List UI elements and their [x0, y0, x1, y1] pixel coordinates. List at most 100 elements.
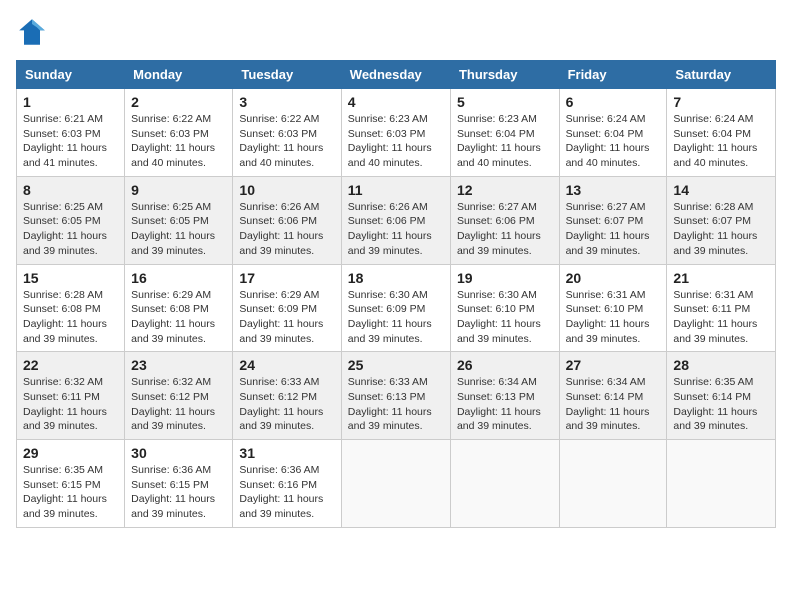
table-row: 27 Sunrise: 6:34 AMSunset: 6:14 PMDaylig…: [559, 352, 667, 440]
day-info: Sunrise: 6:21 AMSunset: 6:03 PMDaylight:…: [23, 112, 118, 171]
day-info: Sunrise: 6:26 AMSunset: 6:06 PMDaylight:…: [239, 200, 334, 259]
day-info: Sunrise: 6:22 AMSunset: 6:03 PMDaylight:…: [131, 112, 226, 171]
day-number: 24: [239, 357, 334, 373]
day-info: Sunrise: 6:25 AMSunset: 6:05 PMDaylight:…: [23, 200, 118, 259]
day-info: Sunrise: 6:30 AMSunset: 6:09 PMDaylight:…: [348, 288, 444, 347]
table-row: 30 Sunrise: 6:36 AMSunset: 6:15 PMDaylig…: [125, 440, 233, 528]
table-row: [450, 440, 559, 528]
day-info: Sunrise: 6:29 AMSunset: 6:08 PMDaylight:…: [131, 288, 226, 347]
table-row: 12 Sunrise: 6:27 AMSunset: 6:06 PMDaylig…: [450, 176, 559, 264]
table-row: 9 Sunrise: 6:25 AMSunset: 6:05 PMDayligh…: [125, 176, 233, 264]
day-info: Sunrise: 6:29 AMSunset: 6:09 PMDaylight:…: [239, 288, 334, 347]
day-number: 3: [239, 94, 334, 110]
day-number: 21: [673, 270, 769, 286]
col-tuesday: Tuesday: [233, 61, 341, 89]
day-number: 30: [131, 445, 226, 461]
day-info: Sunrise: 6:31 AMSunset: 6:10 PMDaylight:…: [566, 288, 661, 347]
day-number: 25: [348, 357, 444, 373]
table-row: 21 Sunrise: 6:31 AMSunset: 6:11 PMDaylig…: [667, 264, 776, 352]
table-row: 13 Sunrise: 6:27 AMSunset: 6:07 PMDaylig…: [559, 176, 667, 264]
table-row: 19 Sunrise: 6:30 AMSunset: 6:10 PMDaylig…: [450, 264, 559, 352]
logo-icon: [16, 16, 48, 48]
day-info: Sunrise: 6:23 AMSunset: 6:03 PMDaylight:…: [348, 112, 444, 171]
day-info: Sunrise: 6:27 AMSunset: 6:07 PMDaylight:…: [566, 200, 661, 259]
table-row: 6 Sunrise: 6:24 AMSunset: 6:04 PMDayligh…: [559, 89, 667, 177]
day-number: 22: [23, 357, 118, 373]
day-info: Sunrise: 6:33 AMSunset: 6:12 PMDaylight:…: [239, 375, 334, 434]
day-info: Sunrise: 6:28 AMSunset: 6:07 PMDaylight:…: [673, 200, 769, 259]
table-row: [667, 440, 776, 528]
day-number: 1: [23, 94, 118, 110]
day-number: 5: [457, 94, 553, 110]
table-row: 20 Sunrise: 6:31 AMSunset: 6:10 PMDaylig…: [559, 264, 667, 352]
day-number: 10: [239, 182, 334, 198]
day-info: Sunrise: 6:24 AMSunset: 6:04 PMDaylight:…: [673, 112, 769, 171]
table-row: 4 Sunrise: 6:23 AMSunset: 6:03 PMDayligh…: [341, 89, 450, 177]
day-info: Sunrise: 6:23 AMSunset: 6:04 PMDaylight:…: [457, 112, 553, 171]
day-number: 11: [348, 182, 444, 198]
table-row: 25 Sunrise: 6:33 AMSunset: 6:13 PMDaylig…: [341, 352, 450, 440]
day-info: Sunrise: 6:32 AMSunset: 6:11 PMDaylight:…: [23, 375, 118, 434]
logo: [16, 16, 52, 48]
day-number: 16: [131, 270, 226, 286]
table-row: 28 Sunrise: 6:35 AMSunset: 6:14 PMDaylig…: [667, 352, 776, 440]
day-info: Sunrise: 6:25 AMSunset: 6:05 PMDaylight:…: [131, 200, 226, 259]
day-number: 12: [457, 182, 553, 198]
day-info: Sunrise: 6:34 AMSunset: 6:13 PMDaylight:…: [457, 375, 553, 434]
table-row: 29 Sunrise: 6:35 AMSunset: 6:15 PMDaylig…: [17, 440, 125, 528]
day-number: 26: [457, 357, 553, 373]
day-number: 4: [348, 94, 444, 110]
day-number: 9: [131, 182, 226, 198]
day-number: 18: [348, 270, 444, 286]
day-info: Sunrise: 6:34 AMSunset: 6:14 PMDaylight:…: [566, 375, 661, 434]
col-saturday: Saturday: [667, 61, 776, 89]
day-info: Sunrise: 6:35 AMSunset: 6:14 PMDaylight:…: [673, 375, 769, 434]
table-row: 8 Sunrise: 6:25 AMSunset: 6:05 PMDayligh…: [17, 176, 125, 264]
col-monday: Monday: [125, 61, 233, 89]
table-row: 7 Sunrise: 6:24 AMSunset: 6:04 PMDayligh…: [667, 89, 776, 177]
calendar-header-row: Sunday Monday Tuesday Wednesday Thursday…: [17, 61, 776, 89]
table-row: 1 Sunrise: 6:21 AMSunset: 6:03 PMDayligh…: [17, 89, 125, 177]
day-number: 14: [673, 182, 769, 198]
day-info: Sunrise: 6:36 AMSunset: 6:16 PMDaylight:…: [239, 463, 334, 522]
table-row: 23 Sunrise: 6:32 AMSunset: 6:12 PMDaylig…: [125, 352, 233, 440]
day-number: 15: [23, 270, 118, 286]
day-info: Sunrise: 6:32 AMSunset: 6:12 PMDaylight:…: [131, 375, 226, 434]
col-thursday: Thursday: [450, 61, 559, 89]
table-row: 2 Sunrise: 6:22 AMSunset: 6:03 PMDayligh…: [125, 89, 233, 177]
col-wednesday: Wednesday: [341, 61, 450, 89]
calendar-table: Sunday Monday Tuesday Wednesday Thursday…: [16, 60, 776, 528]
table-row: 31 Sunrise: 6:36 AMSunset: 6:16 PMDaylig…: [233, 440, 341, 528]
table-row: 11 Sunrise: 6:26 AMSunset: 6:06 PMDaylig…: [341, 176, 450, 264]
day-info: Sunrise: 6:33 AMSunset: 6:13 PMDaylight:…: [348, 375, 444, 434]
table-row: 26 Sunrise: 6:34 AMSunset: 6:13 PMDaylig…: [450, 352, 559, 440]
day-number: 2: [131, 94, 226, 110]
day-number: 20: [566, 270, 661, 286]
col-sunday: Sunday: [17, 61, 125, 89]
table-row: 18 Sunrise: 6:30 AMSunset: 6:09 PMDaylig…: [341, 264, 450, 352]
day-info: Sunrise: 6:36 AMSunset: 6:15 PMDaylight:…: [131, 463, 226, 522]
table-row: 10 Sunrise: 6:26 AMSunset: 6:06 PMDaylig…: [233, 176, 341, 264]
day-info: Sunrise: 6:26 AMSunset: 6:06 PMDaylight:…: [348, 200, 444, 259]
day-number: 23: [131, 357, 226, 373]
table-row: 17 Sunrise: 6:29 AMSunset: 6:09 PMDaylig…: [233, 264, 341, 352]
col-friday: Friday: [559, 61, 667, 89]
day-info: Sunrise: 6:28 AMSunset: 6:08 PMDaylight:…: [23, 288, 118, 347]
day-info: Sunrise: 6:24 AMSunset: 6:04 PMDaylight:…: [566, 112, 661, 171]
day-number: 31: [239, 445, 334, 461]
table-row: 3 Sunrise: 6:22 AMSunset: 6:03 PMDayligh…: [233, 89, 341, 177]
table-row: 22 Sunrise: 6:32 AMSunset: 6:11 PMDaylig…: [17, 352, 125, 440]
day-number: 6: [566, 94, 661, 110]
table-row: 16 Sunrise: 6:29 AMSunset: 6:08 PMDaylig…: [125, 264, 233, 352]
day-number: 29: [23, 445, 118, 461]
table-row: [559, 440, 667, 528]
day-info: Sunrise: 6:31 AMSunset: 6:11 PMDaylight:…: [673, 288, 769, 347]
table-row: [341, 440, 450, 528]
table-row: 14 Sunrise: 6:28 AMSunset: 6:07 PMDaylig…: [667, 176, 776, 264]
day-number: 28: [673, 357, 769, 373]
day-info: Sunrise: 6:22 AMSunset: 6:03 PMDaylight:…: [239, 112, 334, 171]
table-row: 5 Sunrise: 6:23 AMSunset: 6:04 PMDayligh…: [450, 89, 559, 177]
day-number: 19: [457, 270, 553, 286]
day-number: 8: [23, 182, 118, 198]
table-row: 24 Sunrise: 6:33 AMSunset: 6:12 PMDaylig…: [233, 352, 341, 440]
